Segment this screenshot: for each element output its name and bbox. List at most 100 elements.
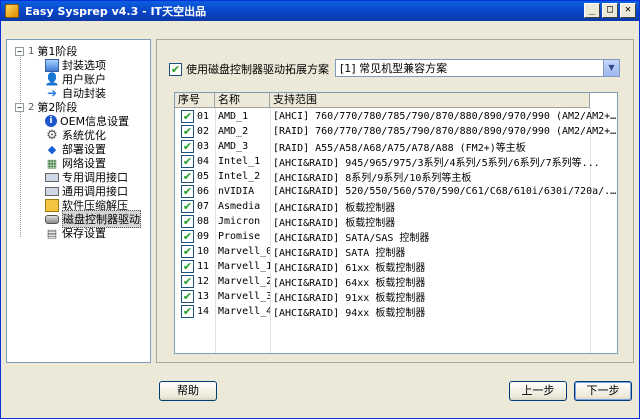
column-header-range[interactable]: 支持范围 xyxy=(270,93,590,108)
close-button[interactable]: ✕ xyxy=(620,3,636,18)
row-checkbox[interactable]: ✔ xyxy=(181,245,194,258)
driver-list[interactable]: 序号 名称 支持范围 ✔ 01 AMD_1 [AHCI] 760/770/780/78… xyxy=(174,92,618,354)
row-checkbox[interactable]: ✔ xyxy=(181,230,194,243)
row-name: AMD_2 xyxy=(218,126,249,137)
app-icon xyxy=(5,4,19,18)
row-number: 10 xyxy=(197,246,210,257)
tree-item-optimize[interactable]: ⚙ 系统优化 xyxy=(45,127,106,143)
extension-checkbox[interactable]: ✔ xyxy=(169,62,182,76)
row-number: 03 xyxy=(197,141,210,152)
scheme-select[interactable]: [1] 常见机型兼容方案 ▼ xyxy=(335,59,620,77)
row-range: [AHCI&RAID] 61xx 板载控制器 xyxy=(273,263,426,274)
tree-item-label: 保存设置 xyxy=(62,227,106,240)
row-checkbox[interactable]: ✔ xyxy=(181,200,194,213)
tree-node-stage1[interactable]: − 1 第1阶段 xyxy=(15,44,77,58)
deploy-icon: ◆ xyxy=(47,142,57,156)
tree-item-deploy[interactable]: ◆ 部署设置 xyxy=(45,142,106,157)
collapse-icon[interactable]: − xyxy=(15,102,24,112)
row-range: [AHCI&RAID] 8系列/9系列/10系列等主板 xyxy=(273,173,472,184)
info-icon: i xyxy=(45,115,57,127)
tree-item-save-settings[interactable]: ▤ 保存设置 xyxy=(45,226,106,241)
extension-checkbox-label: 使用磁盘控制器驱动拓展方案 xyxy=(186,63,329,76)
tree-item-seal-options[interactable]: 封装选项 xyxy=(45,58,106,72)
row-checkbox[interactable]: ✔ xyxy=(181,260,194,273)
next-button[interactable]: 下一步 xyxy=(574,381,632,401)
row-checkbox[interactable]: ✔ xyxy=(181,185,194,198)
row-name: Jmicron xyxy=(218,216,261,227)
tree-item-auto-seal[interactable]: ➜ 自动封装 xyxy=(45,86,106,100)
row-name: Marvell_2 xyxy=(218,276,270,287)
row-range: [RAID] A55/A58/A68/A75/A78/A88 (FM2+)等主板 xyxy=(273,143,526,154)
row-name: Marvell_0 xyxy=(218,246,270,257)
window-controls: _ □ ✕ xyxy=(584,3,636,18)
tree-node-stage2[interactable]: − 2 第2阶段 xyxy=(15,100,77,114)
collapse-icon[interactable]: − xyxy=(15,46,24,56)
table-row[interactable]: ✔ 10 Marvell_0 [AHCI&RAID] SATA 控制器 xyxy=(175,244,617,259)
row-number: 01 xyxy=(197,111,210,122)
prev-button[interactable]: 上一步 xyxy=(509,381,567,401)
row-number: 04 xyxy=(197,156,210,167)
tree-item-disk-controller[interactable]: 磁盘控制器驱动 xyxy=(45,210,141,228)
row-range: [AHCI&RAID] 91xx 板载控制器 xyxy=(273,293,426,304)
row-name: Marvell_1 xyxy=(218,261,270,272)
row-name: Marvell_4 xyxy=(218,306,270,317)
row-range: [RAID] 760/770/780/785/790/870/880/890/9… xyxy=(273,126,618,137)
table-row[interactable]: ✔ 01 AMD_1 [AHCI] 760/770/780/785/790/870/8… xyxy=(175,109,618,124)
row-number: 08 xyxy=(197,216,210,227)
table-row[interactable]: ✔ 05 Intel_2 [AHCI&RAID] 8系列/9系列/10系列等主板 xyxy=(175,169,617,184)
table-row[interactable]: ✔ 13 Marvell_3 [AHCI&RAID] 91xx 板载控制器 xyxy=(175,289,617,304)
row-number: 05 xyxy=(197,171,210,182)
tree-item-private-interface[interactable]: 专用调用接口 xyxy=(45,170,128,184)
row-checkbox[interactable]: ✔ xyxy=(181,170,194,183)
row-checkbox[interactable]: ✔ xyxy=(181,290,194,303)
title-bar[interactable]: Easy Sysprep v4.3 - IT天空出品 _ □ ✕ xyxy=(1,1,639,21)
row-checkbox[interactable]: ✔ xyxy=(181,110,194,123)
table-row[interactable]: ✔ 03 AMD_3 [RAID] A55/A58/A68/A75/A78/A88 (… xyxy=(175,139,617,154)
column-header-no[interactable]: 序号 xyxy=(175,93,215,108)
row-checkbox[interactable]: ✔ xyxy=(181,155,194,168)
table-row[interactable]: ✔ 12 Marvell_2 [AHCI&RAID] 64xx 板载控制器 xyxy=(175,274,617,289)
row-range: [AHCI] 760/770/780/785/790/870/880/890/9… xyxy=(273,111,618,122)
tree-item-network[interactable]: ▦ 网络设置 xyxy=(45,156,106,171)
table-row[interactable]: ✔ 02 AMD_2 [RAID] 760/770/780/785/790/870/8… xyxy=(175,124,618,139)
row-number: 09 xyxy=(197,231,210,242)
help-button[interactable]: 帮助 xyxy=(159,381,217,401)
row-name: Asmedia xyxy=(218,201,261,212)
zip-icon xyxy=(45,198,59,212)
chevron-down-icon[interactable]: ▼ xyxy=(603,60,619,76)
maximize-button[interactable]: □ xyxy=(602,3,618,18)
table-row[interactable]: ✔ 14 Marvell_4 [AHCI&RAID] 94xx 板载控制器 xyxy=(175,304,617,319)
row-name: AMD_1 xyxy=(218,111,249,122)
table-row[interactable]: ✔ 07 Asmedia [AHCI&RAID] 板载控制器 xyxy=(175,199,617,214)
tree-item-common-interface[interactable]: 通用调用接口 xyxy=(45,184,128,198)
tree-item-user-accounts[interactable]: 👤 用户账户 xyxy=(45,72,106,86)
user-icon: 👤 xyxy=(44,72,60,86)
minimize-button[interactable]: _ xyxy=(584,3,600,18)
row-checkbox[interactable]: ✔ xyxy=(181,215,194,228)
list-header: 序号 名称 支持范围 xyxy=(175,93,590,108)
save-icon: ▤ xyxy=(46,226,58,240)
content-panel: ✔ 使用磁盘控制器驱动拓展方案 [1] 常见机型兼容方案 ▼ 序号 名称 支持范… xyxy=(156,39,634,363)
row-checkbox[interactable]: ✔ xyxy=(181,140,194,153)
table-row[interactable]: ✔ 09 Promise [AHCI&RAID] SATA/SAS 控制器 xyxy=(175,229,617,244)
table-row[interactable]: ✔ 11 Marvell_1 [AHCI&RAID] 61xx 板载控制器 xyxy=(175,259,617,274)
gear-icon: ⚙ xyxy=(46,127,58,143)
row-checkbox[interactable]: ✔ xyxy=(181,125,194,138)
row-number: 07 xyxy=(197,201,210,212)
tree-guide-line xyxy=(20,112,21,237)
row-range: [AHCI&RAID] 板载控制器 xyxy=(273,203,396,214)
interface-icon xyxy=(45,186,59,196)
table-row[interactable]: ✔ 04 Intel_1 [AHCI&RAID] 945/965/975/3系列/4系… xyxy=(175,154,617,169)
row-range: [AHCI&RAID] SATA/SAS 控制器 xyxy=(273,233,430,244)
row-checkbox[interactable]: ✔ xyxy=(181,305,194,318)
tree-item-oem-info[interactable]: i OEM信息设置 xyxy=(45,114,129,128)
column-header-name[interactable]: 名称 xyxy=(215,93,270,108)
table-row[interactable]: ✔ 06 nVIDIA [AHCI&RAID] 520/550/560/570/590… xyxy=(175,184,617,199)
row-range: [AHCI&RAID] 板载控制器 xyxy=(273,218,396,229)
row-name: Intel_1 xyxy=(218,156,261,167)
row-checkbox[interactable]: ✔ xyxy=(181,275,194,288)
extension-option[interactable]: ✔ 使用磁盘控制器驱动拓展方案 xyxy=(169,61,329,77)
table-row[interactable]: ✔ 08 Jmicron [AHCI&RAID] 板载控制器 xyxy=(175,214,617,229)
interface-icon xyxy=(45,172,59,182)
navigation-tree[interactable]: − 1 第1阶段 封装选项 👤 用户账户 ➜ 自动封装 − 2 第2阶段 i O… xyxy=(6,39,151,363)
